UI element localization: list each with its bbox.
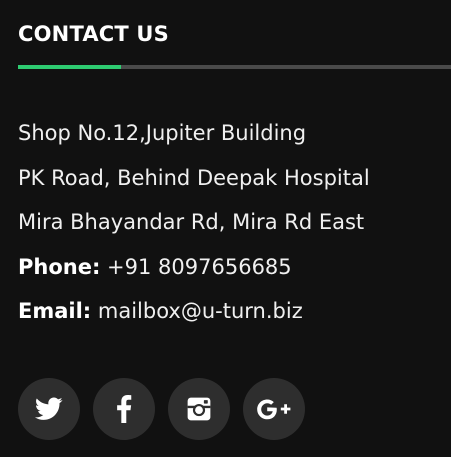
google-plus-icon bbox=[256, 398, 292, 420]
google-plus-button[interactable] bbox=[243, 378, 305, 440]
address-line-2: PK Road, Behind Deepak Hospital bbox=[18, 165, 370, 190]
phone-number[interactable]: +91 8097656685 bbox=[107, 255, 292, 279]
address-line-1: Shop No.12,Jupiter Building bbox=[18, 121, 307, 145]
facebook-icon bbox=[116, 395, 132, 423]
address-line-3: Mira Bhayandar Rd, Mira Rd East bbox=[18, 210, 365, 234]
twitter-icon bbox=[35, 397, 63, 421]
phone-label: Phone: bbox=[18, 254, 101, 279]
facebook-button[interactable] bbox=[93, 378, 155, 440]
contact-widget: CONTACT US Shop No.12,Jupiter Building P… bbox=[18, 0, 451, 457]
heading-underline-accent bbox=[18, 65, 121, 69]
section-heading: CONTACT US bbox=[18, 22, 170, 46]
email-address[interactable]: mailbox@u-turn.biz bbox=[98, 299, 303, 323]
email-line: Email: mailbox@u-turn.biz bbox=[18, 289, 370, 334]
address-block: Shop No.12,Jupiter Building PK Road, Beh… bbox=[18, 111, 370, 334]
social-links bbox=[18, 378, 305, 440]
instagram-icon bbox=[186, 396, 212, 422]
instagram-button[interactable] bbox=[168, 378, 230, 440]
email-label: Email: bbox=[18, 299, 92, 323]
phone-line: Phone: +91 8097656685 bbox=[18, 245, 370, 290]
twitter-button[interactable] bbox=[18, 378, 80, 440]
heading-underline bbox=[18, 65, 451, 69]
